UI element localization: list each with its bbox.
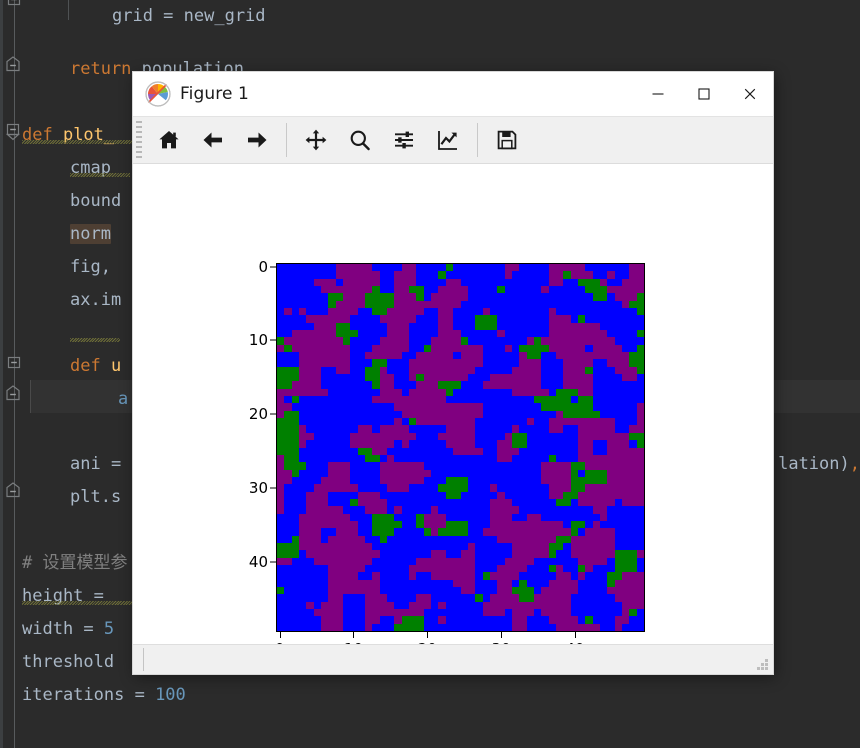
edit-parameters-button[interactable] bbox=[426, 120, 470, 160]
move-icon bbox=[305, 129, 327, 151]
y-tick-mark bbox=[270, 266, 276, 268]
code-line[interactable]: width = 5 bbox=[22, 613, 114, 646]
status-bar-divider bbox=[143, 648, 144, 671]
back-button[interactable] bbox=[191, 120, 235, 160]
code-token: return bbox=[70, 59, 142, 79]
matplotlib-navigation-toolbar[interactable] bbox=[133, 116, 773, 164]
save-figure-button[interactable] bbox=[485, 120, 529, 160]
code-token: plt.s bbox=[70, 487, 122, 507]
code-token: fig, bbox=[70, 257, 111, 277]
warning-squiggle bbox=[70, 173, 130, 177]
window-title-bar[interactable]: Figure 1 bbox=[133, 72, 773, 116]
y-tick-label: 40 bbox=[248, 552, 268, 571]
y-tick-mark bbox=[270, 413, 276, 415]
code-line[interactable]: a bbox=[118, 383, 128, 416]
x-tick-mark bbox=[574, 632, 576, 638]
home-icon bbox=[159, 131, 179, 149]
code-line[interactable]: threshold bbox=[22, 646, 114, 679]
y-tick-label: 20 bbox=[248, 405, 268, 424]
code-token: threshold bbox=[22, 652, 115, 672]
code-line[interactable]: bound bbox=[70, 185, 121, 218]
arrow-left-icon bbox=[203, 132, 222, 148]
warning-squiggle bbox=[22, 140, 134, 144]
toolbar-separator-1 bbox=[286, 123, 287, 157]
x-tick-mark bbox=[427, 632, 429, 638]
code-token: norm bbox=[70, 224, 111, 244]
matplotlib-logo-icon bbox=[145, 81, 171, 107]
toolbar-separator-2 bbox=[477, 123, 478, 157]
code-token: , bbox=[849, 454, 860, 474]
code-token: a bbox=[118, 389, 129, 409]
toolbar-drag-grip[interactable] bbox=[136, 121, 142, 159]
code-token: # 设置模型参 bbox=[22, 553, 128, 573]
axes-area[interactable]: 010203040 010203040 bbox=[249, 258, 645, 644]
code-line[interactable]: grid = new_grid bbox=[112, 0, 266, 33]
code-token: bound bbox=[70, 191, 122, 211]
minimize-icon bbox=[652, 93, 664, 95]
maximize-icon bbox=[698, 88, 710, 100]
code-line[interactable]: cmap bbox=[70, 152, 111, 185]
window-controls[interactable] bbox=[635, 72, 773, 116]
sliders-icon bbox=[395, 131, 413, 149]
window-title-text: Figure 1 bbox=[180, 84, 249, 104]
code-line[interactable]: lation), bbox=[778, 448, 860, 481]
code-token: grid = new_grid bbox=[112, 6, 266, 26]
home-button[interactable] bbox=[147, 120, 191, 160]
code-line[interactable]: ax.im bbox=[70, 284, 121, 317]
forward-button[interactable] bbox=[235, 120, 279, 160]
code-token: 5 bbox=[103, 619, 115, 639]
y-tick-label: 30 bbox=[248, 479, 268, 498]
code-token: def bbox=[70, 356, 111, 376]
code-line[interactable]: def plot_ bbox=[22, 119, 114, 152]
code-line[interactable]: def u bbox=[70, 350, 121, 383]
chart-line-icon bbox=[438, 131, 457, 150]
magnifier-icon bbox=[350, 130, 370, 151]
zoom-button[interactable] bbox=[338, 120, 382, 160]
code-token: lation) bbox=[778, 454, 850, 474]
x-tick-mark bbox=[353, 632, 355, 638]
code-token: iterations = bbox=[22, 685, 156, 705]
y-tick-mark bbox=[270, 487, 276, 489]
code-line[interactable]: fig, bbox=[70, 251, 111, 284]
code-token: u bbox=[110, 356, 122, 376]
matplotlib-figure-window[interactable]: Figure 1 0 10 20 30 40 bbox=[133, 72, 773, 674]
code-token: width = bbox=[22, 619, 104, 639]
code-line[interactable]: norm bbox=[70, 218, 111, 251]
floppy-disk-icon bbox=[497, 130, 517, 150]
close-button[interactable] bbox=[727, 72, 773, 116]
title-bar-left: Figure 1 bbox=[133, 81, 249, 107]
code-token: 100 bbox=[155, 685, 186, 705]
warning-squiggle bbox=[70, 338, 120, 342]
code-line[interactable]: # 设置模型参 bbox=[22, 547, 127, 580]
code-token: ani = bbox=[70, 454, 132, 474]
code-line[interactable]: iterations = 100 bbox=[22, 679, 186, 712]
figure-status-bar bbox=[133, 644, 773, 674]
maximize-button[interactable] bbox=[681, 72, 727, 116]
x-tick-mark bbox=[279, 632, 281, 638]
minimize-button[interactable] bbox=[635, 72, 681, 116]
arrow-right-icon bbox=[248, 132, 267, 148]
resize-grip-icon[interactable] bbox=[755, 657, 769, 671]
code-line[interactable]: ani = bbox=[70, 448, 131, 481]
y-tick-label: 10 bbox=[248, 331, 268, 350]
heatmap-image bbox=[276, 263, 645, 632]
y-tick-label: 0 bbox=[258, 257, 268, 276]
figure-canvas[interactable]: 010203040 010203040 bbox=[133, 164, 773, 644]
code-token: ax.im bbox=[70, 290, 122, 310]
x-tick-mark bbox=[501, 632, 503, 638]
code-line[interactable]: height = bbox=[22, 580, 114, 613]
configure-subplots-button[interactable] bbox=[382, 120, 426, 160]
y-tick-mark bbox=[270, 561, 276, 563]
pan-button[interactable] bbox=[294, 120, 338, 160]
close-icon bbox=[744, 88, 756, 100]
y-tick-mark bbox=[270, 339, 276, 341]
code-line[interactable]: plt.s bbox=[70, 481, 121, 514]
